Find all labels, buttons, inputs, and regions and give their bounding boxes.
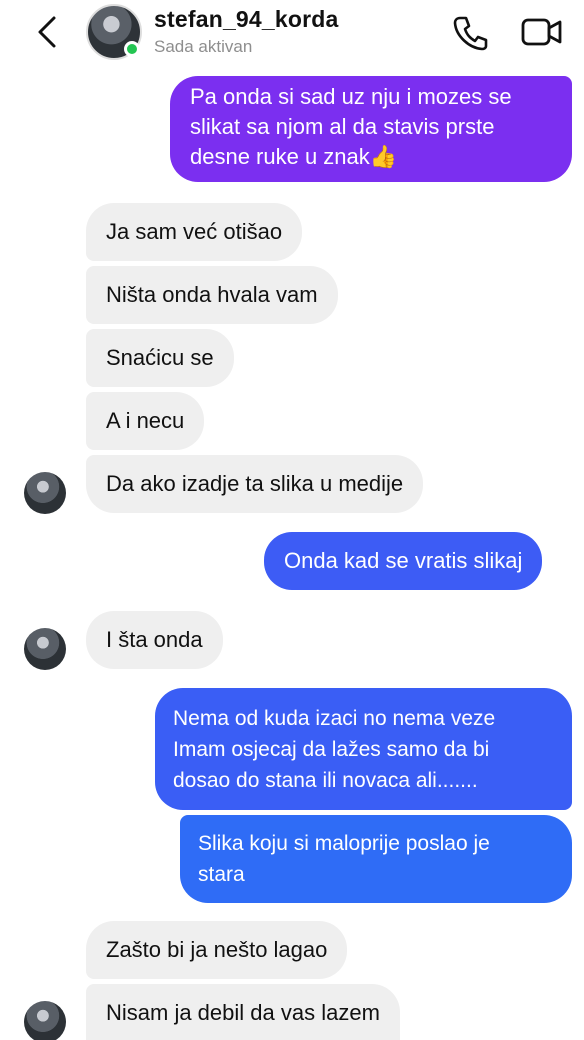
message-bubble-incoming[interactable]: Snaćicu se	[86, 329, 234, 387]
sender-avatar[interactable]	[24, 1001, 66, 1040]
sender-avatar[interactable]	[24, 628, 66, 670]
message-bubble-incoming[interactable]: Zašto bi ja nešto lagao	[86, 921, 348, 979]
message-bubble-outgoing[interactable]: Onda kad se vratis slikaj	[264, 532, 543, 590]
message-bubble-incoming[interactable]: Ja sam već otišao	[86, 203, 303, 261]
message-bubble-incoming[interactable]: Ništa onda hvala vam	[86, 266, 338, 324]
chat-header: stefan_94_korda Sada aktivan	[0, 0, 584, 72]
contact-username[interactable]: stefan_94_korda	[154, 6, 339, 33]
online-status-dot	[124, 41, 140, 57]
message-bubble-incoming[interactable]: I šta onda	[86, 611, 223, 669]
message-bubble-outgoing[interactable]: Pa onda si sad uz nju i mozes se slikat …	[170, 76, 572, 182]
activity-status: Sada aktivan	[154, 37, 253, 56]
message-bubble-outgoing[interactable]: Nema od kuda izaci no nema veze Imam osj…	[155, 688, 572, 810]
message-bubble-incoming[interactable]: A i necu	[86, 392, 205, 450]
back-icon[interactable]	[30, 12, 66, 52]
message-bubble-outgoing[interactable]: Slika koju si maloprije poslao je stara	[180, 815, 572, 903]
phone-icon[interactable]	[452, 12, 488, 52]
message-bubble-incoming[interactable]: Nisam ja debil da vas lazem	[86, 984, 400, 1040]
sender-avatar[interactable]	[24, 472, 66, 514]
video-camera-icon[interactable]	[520, 14, 564, 50]
message-bubble-incoming[interactable]: Da ako izadje ta slika u medije	[86, 455, 424, 513]
